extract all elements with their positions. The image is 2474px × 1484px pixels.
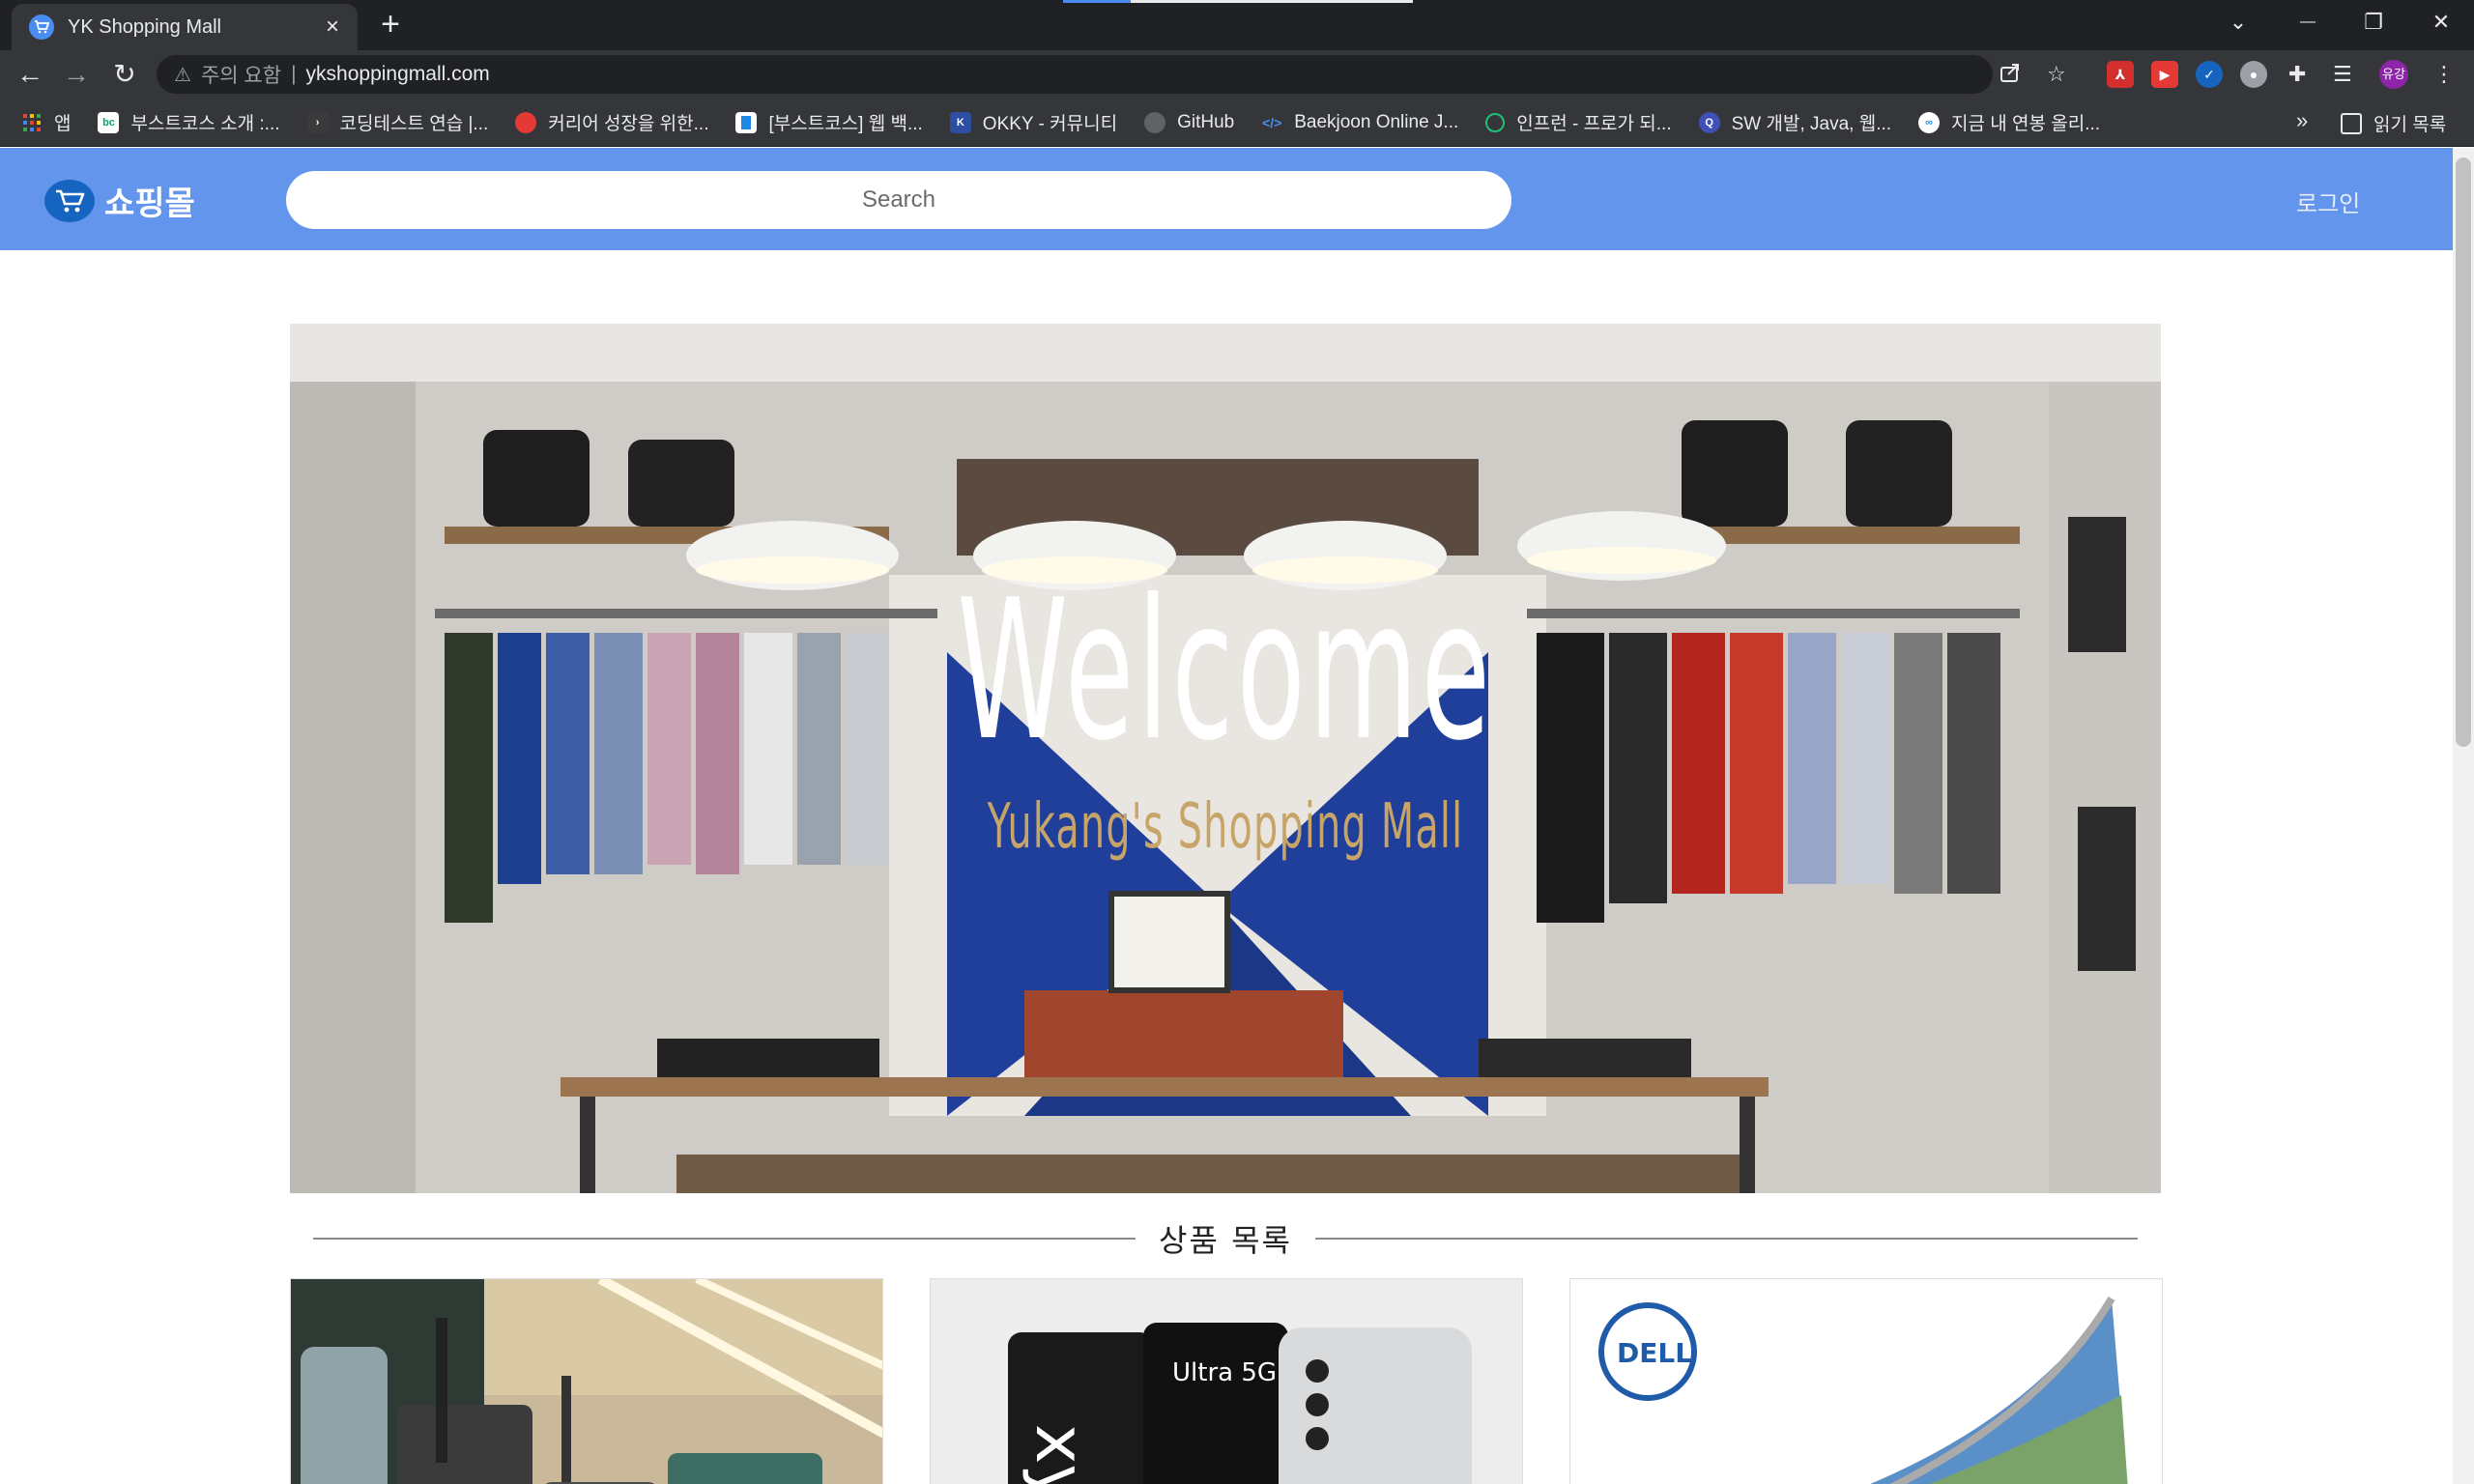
close-window-button[interactable]: ✕ xyxy=(2412,6,2470,39)
security-warning-label[interactable]: 주의 요함 xyxy=(201,60,281,89)
pdf-extension-icon[interactable]: ⅄ xyxy=(2107,61,2134,88)
bookmark-boostcourse-intro[interactable]: bc 부스트코스 소개 :... xyxy=(98,109,280,135)
circle-extension-icon[interactable]: ● xyxy=(2240,61,2267,88)
divider xyxy=(1314,1238,2138,1240)
bookmark-label: GitHub xyxy=(1177,111,1235,132)
product-card[interactable]: Ultra 5G xy xyxy=(930,1278,1523,1484)
bookmark-label: 지금 내 연봉 올리... xyxy=(1951,114,2101,134)
programmers-icon: › xyxy=(306,111,329,133)
warning-icon[interactable]: ⚠ xyxy=(174,63,191,87)
browser-tab[interactable]: YK Shopping Mall × xyxy=(12,4,358,50)
bookmark-okky[interactable]: K OKKY - 커뮤니티 xyxy=(949,109,1118,135)
profile-avatar[interactable]: 유강 xyxy=(2379,60,2408,89)
svg-text:xy: xy xyxy=(1021,1424,1100,1484)
svg-text:Ultra 5G: Ultra 5G xyxy=(1172,1358,1277,1387)
tab-title: YK Shopping Mall xyxy=(68,15,221,38)
check-extension-icon[interactable]: ✓ xyxy=(2196,61,2223,88)
reload-icon[interactable]: ↻ xyxy=(108,58,141,91)
bookmark-label: Baekjoon Online J... xyxy=(1294,111,1459,132)
product-section-heading: 상품 목록 xyxy=(313,1214,2138,1263)
hero-banner: Welcome Yukang's Shopping Mall xyxy=(290,324,2161,1193)
inflearn-icon xyxy=(1485,112,1506,132)
okky-icon: K xyxy=(949,111,971,133)
bookmark-sw-dev[interactable]: Q SW 개발, Java, 웹... xyxy=(1698,109,1892,135)
share-icon[interactable] xyxy=(1999,62,2022,91)
bookmark-label: [부스트코스] 웹 백... xyxy=(768,114,923,134)
omnibox-separator: | xyxy=(291,63,297,85)
logo-text: 쇼핑몰 xyxy=(104,186,195,222)
bookmark-github[interactable]: GitHub xyxy=(1144,111,1235,133)
login-link[interactable]: 로그인 xyxy=(2296,185,2360,218)
bookmarks-overflow-button[interactable]: » xyxy=(2296,108,2308,133)
address-bar[interactable]: ⚠ 주의 요함 | ykshoppingmall.com xyxy=(157,55,1993,94)
product-card[interactable] xyxy=(290,1278,883,1484)
bookmarks-bar: 앱 bc 부스트코스 소개 :... › 코딩테스트 연습 |... 커리어 성… xyxy=(0,99,2474,147)
bookmark-label: 인프런 - 프로가 되... xyxy=(1516,114,1672,134)
reading-list-label: 읽기 목록 xyxy=(2373,115,2447,135)
bookmark-baekjoon[interactable]: </> Baekjoon Online J... xyxy=(1261,112,1458,133)
reading-list-icon xyxy=(2341,112,2362,134)
new-tab-button[interactable]: + xyxy=(373,8,408,43)
section-title: 상품 목록 xyxy=(1159,1222,1292,1259)
reading-list-button[interactable]: 읽기 목록 xyxy=(2341,110,2446,136)
video-extension-icon[interactable]: ▶ xyxy=(2151,61,2178,88)
bookmark-coding-test[interactable]: › 코딩테스트 연습 |... xyxy=(306,109,489,135)
scrollbar-thumb[interactable] xyxy=(2456,157,2471,747)
hero-caption: Welcome Yukang's Shopping Mall xyxy=(290,324,2161,1193)
bookmark-salary[interactable]: ∞ 지금 내 연봉 올리... xyxy=(1918,109,2100,135)
site-header: 쇼핑몰 로그인 xyxy=(0,148,2453,250)
tumbler-cups-photo xyxy=(291,1279,882,1484)
q-icon: Q xyxy=(1698,111,1720,133)
bookmark-apps[interactable]: 앱 xyxy=(21,109,71,135)
galaxy-s21-ultra-photo: Ultra 5G xy xyxy=(931,1279,1522,1484)
svg-text:DELL: DELL xyxy=(1617,1337,1692,1369)
bookmark-label: 부스트코스 소개 :... xyxy=(130,114,280,134)
salary-icon: ∞ xyxy=(1918,111,1941,133)
url-text[interactable]: ykshoppingmall.com xyxy=(306,63,490,86)
tab-loading-indicator xyxy=(1131,0,1413,3)
search-input[interactable] xyxy=(286,171,1511,229)
hero-title: Welcome xyxy=(957,558,1494,784)
tab-loading-indicator xyxy=(1063,0,1131,3)
divider xyxy=(313,1238,1136,1240)
reading-queue-icon[interactable]: ☰ xyxy=(2333,62,2352,87)
browser-toolbar: ← → ↻ ⚠ 주의 요함 | ykshoppingmall.com ☆ ⅄ ▶… xyxy=(0,50,2474,99)
bookmark-label: 커리어 성장을 위한... xyxy=(548,114,709,134)
back-icon[interactable]: ← xyxy=(14,58,46,91)
bookmark-boostcourse-web[interactable]: [부스트코스] 웹 백... xyxy=(735,109,923,135)
shopping-cart-icon xyxy=(44,179,95,222)
shopping-cart-favicon-icon xyxy=(29,14,54,40)
bookmark-career[interactable]: 커리어 성장을 위한... xyxy=(515,109,708,135)
tab-search-icon[interactable]: ⌄ xyxy=(2209,6,2267,39)
bookmark-label: 코딩테스트 연습 |... xyxy=(339,114,489,134)
restore-button[interactable]: ❐ xyxy=(2345,6,2402,39)
boostcourse-icon xyxy=(735,111,758,133)
bookmark-label: 앱 xyxy=(54,114,72,134)
menu-icon[interactable]: ⋮ xyxy=(2433,62,2455,87)
close-tab-icon[interactable]: × xyxy=(319,14,346,41)
bookmark-label: SW 개발, Java, 웹... xyxy=(1731,114,1892,134)
site-logo[interactable]: 쇼핑몰 xyxy=(44,177,195,224)
bookmark-inflearn[interactable]: 인프런 - 프로가 되... xyxy=(1485,109,1672,135)
star-icon[interactable]: ☆ xyxy=(2047,62,2066,87)
baekjoon-icon: </> xyxy=(1262,114,1282,130)
tab-strip: YK Shopping Mall × + ⌄ — ❐ ✕ xyxy=(0,0,2474,50)
career-icon xyxy=(515,111,537,133)
bookmark-label: OKKY - 커뮤니티 xyxy=(982,114,1118,134)
minimize-button[interactable]: — xyxy=(2279,6,2337,39)
product-card[interactable]: DELL xyxy=(1569,1278,2163,1484)
apps-grid-icon xyxy=(21,112,43,133)
github-icon xyxy=(1144,111,1166,133)
bc-icon: bc xyxy=(98,111,120,133)
web-page: 쇼핑몰 로그인 xyxy=(0,148,2453,1484)
forward-icon[interactable]: → xyxy=(60,58,93,91)
dell-curved-monitor-photo: DELL xyxy=(1570,1279,2162,1484)
puzzle-icon[interactable]: ✚ xyxy=(2288,62,2306,87)
page-scrollbar[interactable] xyxy=(2453,148,2474,1484)
hero-subtitle: Yukang's Shopping Mall xyxy=(987,791,1464,863)
